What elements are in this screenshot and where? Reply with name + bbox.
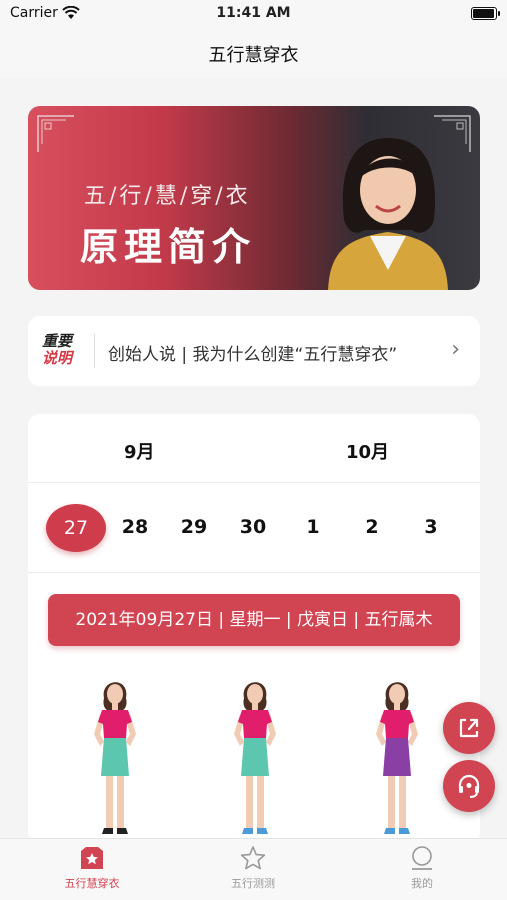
day-cell[interactable]: 30 <box>225 504 281 550</box>
divider <box>28 572 480 573</box>
profile-icon <box>412 846 432 870</box>
shoe <box>384 828 395 834</box>
outfit-skirt <box>101 738 129 776</box>
day-cell[interactable]: 27 <box>46 504 106 552</box>
status-time: 11:41 AM <box>216 5 291 21</box>
tab-home[interactable]: 五行慧穿衣 <box>32 845 152 891</box>
day-cell[interactable]: 1 <box>285 504 341 550</box>
shoe <box>257 828 268 834</box>
face <box>247 684 263 704</box>
shoe <box>117 828 128 834</box>
intro-banner[interactable]: 五/行/慧/穿/衣 原理简介 <box>28 106 480 290</box>
day-cell[interactable]: 29 <box>166 504 222 550</box>
share-icon <box>459 718 479 738</box>
banner-subtitle: 五/行/慧/穿/衣 <box>84 184 251 209</box>
tab-test[interactable]: 五行测测 <box>193 845 313 891</box>
date-info-banner: 2021年09月27日 | 星期一 | 戊寅日 | 五行属木 <box>48 594 460 646</box>
shoe <box>242 828 253 834</box>
leg <box>388 776 395 828</box>
banner-title: 原理简介 <box>80 224 257 269</box>
outfit-figure[interactable] <box>80 672 150 842</box>
headset-icon <box>458 774 480 798</box>
tab-label: 我的 <box>411 877 433 890</box>
nav-bar: 五行慧穿衣 <box>0 28 507 78</box>
outfit-figure[interactable] <box>362 672 432 842</box>
status-bar: Carrier 11:41 AM <box>0 0 507 28</box>
leg <box>246 776 253 828</box>
customer-service-button[interactable] <box>443 760 495 812</box>
day-cell[interactable]: 28 <box>107 504 163 550</box>
leg <box>117 776 124 828</box>
shoe <box>399 828 410 834</box>
notice-text: 创始人说 | 我为什么创建“五行慧穿衣” <box>108 345 398 365</box>
founder-portrait <box>328 138 448 290</box>
divider <box>28 482 480 483</box>
day-cell[interactable]: 2 <box>344 504 400 550</box>
tab-label: 五行慧穿衣 <box>64 877 120 890</box>
leg <box>399 776 406 828</box>
battery-fill <box>473 9 494 18</box>
corner-ornament-icon <box>37 115 74 152</box>
important-badge: 重要 说明 <box>42 332 73 367</box>
tab-profile[interactable]: 我的 <box>362 845 482 891</box>
outfit-top <box>238 710 272 738</box>
outfit-top <box>98 710 132 738</box>
battery-icon <box>471 7 500 20</box>
chevron-right-icon: › <box>451 337 460 362</box>
calendar-card: 9月 10月 27 28 29 30 1 2 3 2021年09月27日 | 星… <box>28 414 480 844</box>
page-title: 五行慧穿衣 <box>208 45 299 66</box>
outfit-skirt <box>241 738 269 776</box>
tab-label: 五行测测 <box>231 877 275 890</box>
share-button[interactable] <box>443 702 495 754</box>
face <box>107 684 123 704</box>
neck <box>394 702 400 710</box>
divider <box>94 334 95 368</box>
outfit-figure[interactable] <box>220 672 290 842</box>
month-label: 10月 <box>346 442 390 463</box>
star-outline-icon <box>240 846 266 870</box>
face <box>389 684 405 704</box>
neck <box>252 702 258 710</box>
home-star-icon <box>81 847 103 869</box>
tab-bar: 五行慧穿衣 五行测测 我的 <box>0 838 507 900</box>
founder-notice[interactable]: 重要 说明 创始人说 | 我为什么创建“五行慧穿衣” › <box>28 316 480 386</box>
neck <box>112 702 118 710</box>
outfit-skirt <box>383 738 411 776</box>
leg <box>257 776 264 828</box>
leg <box>106 776 113 828</box>
month-label: 9月 <box>124 442 155 463</box>
day-cell[interactable]: 3 <box>403 504 459 550</box>
outfit-top <box>380 710 414 738</box>
shoe <box>102 828 113 834</box>
